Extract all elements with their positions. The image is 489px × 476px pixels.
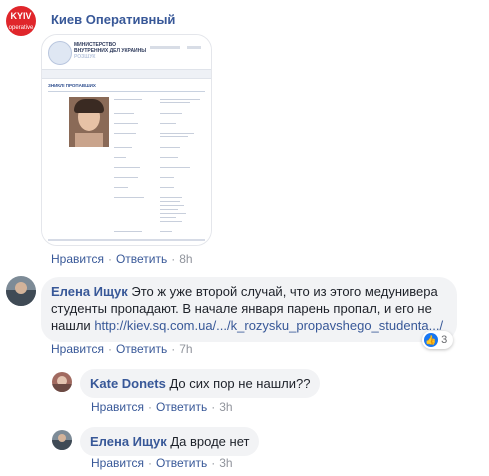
missing-person-photo: [69, 97, 109, 147]
comment-author-name[interactable]: Киев Оперативный: [51, 12, 175, 27]
comment-text: Да вроде нет: [170, 434, 250, 449]
like-link[interactable]: Нравится: [51, 342, 104, 356]
comment-actions: Нравится · Ответить · 3h: [91, 456, 233, 470]
reply-bubble: Елена Ищук Да вроде нет: [80, 427, 260, 456]
avatar-elena[interactable]: [6, 276, 36, 306]
table-bottom-rule: [48, 239, 205, 241]
comment-actions: Нравится · Ответить · 8h: [51, 252, 193, 266]
reply-link[interactable]: Ответить: [116, 252, 167, 266]
like-link[interactable]: Нравится: [51, 252, 104, 266]
header-right-link: [150, 46, 180, 49]
reply-link[interactable]: Ответить: [156, 400, 207, 414]
like-reaction-icon: 👍: [424, 333, 438, 348]
comment-actions: Нравится · Ответить · 3h: [91, 400, 233, 414]
like-link[interactable]: Нравится: [91, 400, 144, 414]
screenshot-nav-bar: [42, 69, 211, 79]
comment-actions: Нравится · Ответить · 7h: [51, 342, 193, 356]
title-underline: [48, 91, 205, 92]
like-link[interactable]: Нравится: [91, 456, 144, 470]
timestamp[interactable]: 3h: [219, 456, 232, 470]
info-table: [114, 97, 206, 237]
comment-author-name[interactable]: Елена Ищук: [51, 284, 128, 299]
ministry-header-text: МИНИСТЕРСТВО ВНУТРЕННИХ ДЕЛ УКРАИНЫ РОЗШ…: [74, 42, 147, 60]
reactions-badge[interactable]: 👍 3: [422, 331, 454, 349]
comment-bubble: Елена Ищук Это ж уже второй случай, что …: [41, 277, 457, 342]
timestamp[interactable]: 8h: [179, 252, 192, 266]
attached-screenshot-image[interactable]: МИНИСТЕРСТВО ВНУТРЕННИХ ДЕЛ УКРАИНЫ РОЗШ…: [41, 34, 212, 246]
ministry-emblem-icon: [48, 41, 72, 65]
comment-author-name[interactable]: Елена Ищук: [90, 434, 167, 449]
comment-author-name[interactable]: Kate Donets: [90, 376, 166, 391]
reaction-count: 3: [441, 334, 448, 346]
header-right-link-2: [187, 46, 201, 49]
avatar-kate[interactable]: [52, 372, 72, 392]
timestamp[interactable]: 7h: [179, 342, 192, 356]
avatar-kiev-operative[interactable]: KYIV operative: [6, 6, 36, 36]
screenshot-page: МИНИСТЕРСТВО ВНУТРЕННИХ ДЕЛ УКРАИНЫ РОЗШ…: [42, 35, 211, 245]
reply-link[interactable]: Ответить: [156, 456, 207, 470]
comment-text: До сих пор не нашли??: [169, 376, 311, 391]
comment-link[interactable]: http://kiev.sq.com.ua/.../k_rozysku_prop…: [94, 318, 443, 333]
section-title: ЗНИКЛІ ПРОПАВШИХ: [48, 83, 96, 88]
reply-bubble: Kate Donets До сих пор не нашли??: [80, 369, 321, 398]
reply-link[interactable]: Ответить: [116, 342, 167, 356]
timestamp[interactable]: 3h: [219, 400, 232, 414]
avatar-logo-text: KYIV operative: [8, 11, 34, 31]
avatar-elena[interactable]: [52, 430, 72, 450]
